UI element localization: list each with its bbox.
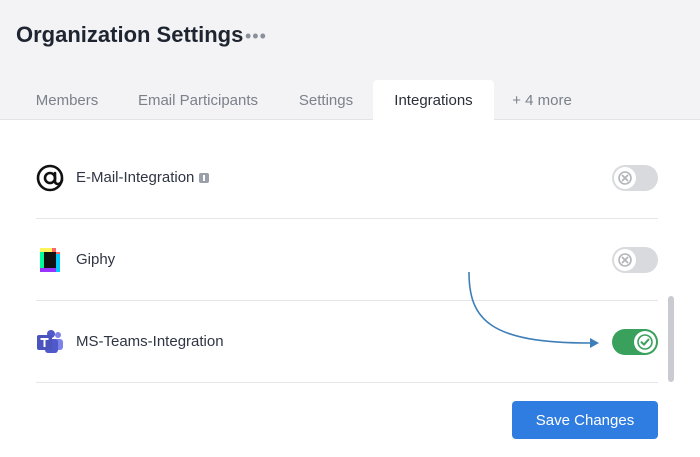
toggle-off-knob	[614, 166, 636, 189]
ms-teams-icon	[36, 328, 64, 356]
more-options-icon[interactable]: •••	[245, 27, 267, 45]
save-changes-button[interactable]: Save Changes	[512, 401, 658, 439]
tab-members[interactable]: Members	[16, 80, 118, 121]
tab-integrations[interactable]: Integrations	[373, 80, 494, 121]
integration-label-email: E-Mail-Integration	[76, 169, 195, 186]
toggle-off-knob	[614, 248, 636, 271]
ms-teams-toggle[interactable]	[612, 328, 658, 355]
scrollbar[interactable]	[668, 296, 674, 382]
tab-settings[interactable]: Settings	[284, 80, 368, 121]
tab-email-participants[interactable]: Email Participants	[124, 80, 272, 121]
giphy-icon	[36, 246, 64, 274]
integration-label-giphy: Giphy	[76, 251, 116, 268]
integration-row-giphy: Giphy	[36, 219, 658, 301]
tab-more[interactable]: + 4 more	[500, 80, 584, 121]
tab-bar: Members Email Participants Settings Inte…	[0, 80, 700, 121]
email-integration-toggle[interactable]	[612, 164, 658, 191]
integration-label-ms-teams: MS-Teams-Integration	[76, 333, 224, 350]
at-sign-icon	[36, 164, 64, 192]
page-title: Organization Settings	[16, 22, 244, 47]
close-icon	[618, 170, 632, 185]
integration-row-email: E-Mail-Integration	[36, 137, 658, 219]
check-icon	[637, 333, 653, 350]
giphy-toggle[interactable]	[612, 246, 658, 273]
page-header: Organization Settings ••• Members Email …	[0, 0, 700, 121]
integration-row-ms-teams: MS-Teams-Integration	[36, 301, 658, 383]
info-icon[interactable]	[199, 172, 210, 183]
toggle-on-knob	[634, 330, 656, 353]
close-icon	[618, 252, 632, 267]
